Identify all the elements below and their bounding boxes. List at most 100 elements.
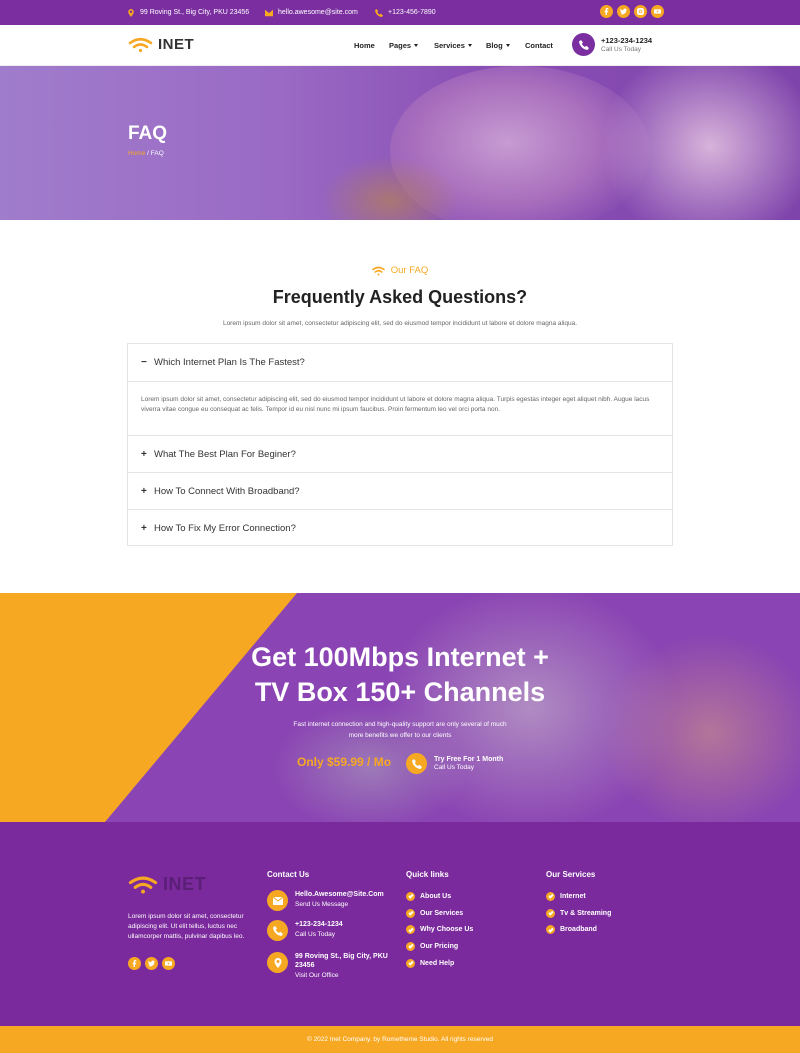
check-circle-icon: [546, 891, 555, 901]
footer-link-about[interactable]: About Us: [406, 888, 473, 905]
nav-item-home[interactable]: Home: [354, 41, 389, 50]
topbar-email[interactable]: hello.awesome@site.com: [265, 0, 358, 25]
footer-contact-email[interactable]: Hello.Awesome@Site.Com Send Us Message: [267, 890, 384, 911]
footer-link-label: Broadband: [560, 926, 597, 934]
plus-icon: +: [141, 448, 147, 460]
promo-cta[interactable]: Try Free For 1 Month Call Us Today: [406, 753, 503, 774]
footer-service-broadband[interactable]: Broadband: [546, 921, 611, 938]
breadcrumb-current: FAQ: [150, 150, 164, 157]
nav-item-blog[interactable]: Blog: [486, 41, 525, 50]
promo-cta-title: Try Free For 1 Month: [434, 756, 504, 763]
top-info-bar: 99 Roving St., Big City, PKU 23456 hello…: [0, 0, 800, 25]
breadcrumb: Home / FAQ: [128, 150, 164, 157]
footer-link-label: Our Pricing: [420, 942, 459, 950]
faq-item-header[interactable]: + What The Best Plan For Beginer?: [128, 436, 672, 473]
nav-item-services[interactable]: Services: [434, 41, 486, 50]
chevron-down-icon: [467, 44, 472, 47]
footer-contact-title: Hello.Awesome@Site.Com: [295, 891, 384, 898]
footer-contact-phone[interactable]: +123-234-1234 Call Us Today: [267, 920, 343, 941]
footer-link-label: Need Help: [420, 959, 455, 967]
phone-call-icon: [572, 33, 595, 56]
check-circle-icon: [406, 925, 415, 935]
faq-heading: Frequently Asked Questions?: [272, 287, 528, 307]
check-circle-icon: [406, 891, 415, 901]
footer-link-why[interactable]: Why Choose Us: [406, 921, 473, 938]
main-navbar: INET Home Pages Services Blog Contact +1…: [0, 25, 800, 66]
check-circle-icon: [546, 925, 555, 935]
faq-item-header[interactable]: − Which Internet Plan Is The Fastest?: [128, 344, 672, 382]
facebook-icon[interactable]: [128, 957, 141, 970]
footer-link-label: Our Services: [420, 909, 464, 917]
nav-call-label: Call Us Today: [601, 46, 641, 53]
footer-link-services[interactable]: Our Services: [406, 905, 473, 922]
footer-service-tv[interactable]: Tv & Streaming: [546, 905, 611, 922]
twitter-icon[interactable]: [617, 5, 630, 18]
footer-contact-sub: Send Us Message: [295, 901, 349, 908]
footer-contact-title: +123-234-1234: [295, 921, 343, 928]
youtube-icon[interactable]: [651, 5, 664, 18]
check-circle-icon: [546, 908, 555, 918]
chevron-down-icon: [414, 44, 419, 47]
hero-photo-highlight: [600, 66, 800, 220]
promo-headline-line-2: TV Box 150+ Channels: [254, 677, 546, 707]
topbar-phone-text[interactable]: +123-456-7890: [388, 9, 436, 16]
footer-contact-address[interactable]: 99 Roving St., Big City, PKU 23456 Visit …: [267, 952, 395, 980]
nav-blog-label: Blog: [486, 41, 503, 50]
footer-contact-title: 99 Roving St., Big City, PKU 23456: [295, 953, 388, 969]
faq-question: What The Best Plan For Beginer?: [154, 448, 296, 460]
footer-link-label: Tv & Streaming: [560, 909, 612, 917]
footer-logo[interactable]: INET: [128, 874, 206, 895]
instagram-icon[interactable]: [634, 5, 647, 18]
faq-question: How To Fix My Error Connection?: [154, 522, 296, 534]
footer-services-links: Internet Tv & Streaming Broadband: [546, 888, 611, 938]
envelope-icon: [267, 890, 288, 911]
faq-item-header[interactable]: + How To Connect With Broadband?: [128, 473, 672, 510]
nav-call-box[interactable]: +123-234-1234 Call Us Today: [572, 33, 652, 56]
footer-description: Lorem ipsum dolor sit amet, consectetur …: [128, 913, 245, 940]
footer-contact-heading: Contact Us: [267, 870, 310, 879]
location-pin-icon: [267, 952, 288, 973]
faq-kicker: Our FAQ: [0, 265, 800, 276]
topbar-email-text[interactable]: hello.awesome@site.com: [278, 9, 358, 16]
page-hero-banner: [0, 66, 800, 220]
promo-cta-sub: Call Us Today: [434, 764, 474, 771]
page-title: FAQ: [128, 123, 168, 144]
copyright-bar: © 2022 Inet Company. by Rometheme Studio…: [0, 1026, 800, 1053]
nav-services-label: Services: [434, 41, 465, 50]
nav-pages-label: Pages: [389, 41, 412, 50]
nav-home-label: Home: [354, 41, 375, 50]
footer-link-label: About Us: [420, 892, 452, 900]
faq-item-header[interactable]: + How To Fix My Error Connection?: [128, 510, 672, 546]
wifi-icon: [371, 266, 385, 275]
nav-item-pages[interactable]: Pages: [389, 41, 434, 50]
phone-icon: [267, 920, 288, 941]
nav-contact-label: Contact: [525, 41, 553, 50]
footer-contact-sub: Visit Our Office: [295, 972, 339, 979]
site-logo[interactable]: INET: [128, 36, 194, 53]
promo-price: Only $59.99 / Mo: [297, 755, 392, 769]
faq-accordion: − Which Internet Plan Is The Fastest? Lo…: [127, 343, 673, 546]
check-circle-icon: [406, 941, 415, 951]
check-circle-icon: [406, 908, 415, 918]
footer-link-label: Internet: [560, 892, 586, 900]
footer-link-help[interactable]: Need Help: [406, 955, 473, 972]
breadcrumb-home-link[interactable]: Home: [128, 150, 145, 157]
footer-service-internet[interactable]: Internet: [546, 888, 611, 905]
faq-answer: Lorem ipsum dolor sit amet, consectetur …: [128, 382, 672, 436]
promo-text-line-2: more benefits we offer to our clients: [348, 732, 452, 739]
minus-icon: −: [141, 357, 147, 368]
site-footer: INET Lorem ipsum dolor sit amet, consect…: [0, 822, 800, 1026]
nav-item-contact[interactable]: Contact: [525, 41, 553, 50]
topbar-phone[interactable]: +123-456-7890: [375, 0, 436, 25]
youtube-icon[interactable]: [162, 957, 175, 970]
faq-subtitle: Lorem ipsum dolor sit amet, consectetur …: [222, 320, 578, 327]
promo-banner: Get 100Mbps Internet + TV Box 150+ Chann…: [0, 593, 800, 822]
logo-wordmark: INET: [158, 36, 195, 53]
wifi-logo-icon: [128, 876, 158, 894]
envelope-icon: [265, 9, 273, 16]
facebook-icon[interactable]: [600, 5, 613, 18]
topbar-address-text: 99 Roving St., Big City, PKU 23456: [140, 9, 250, 16]
promo-text-line-1: Fast internet connection and high-qualit…: [293, 721, 507, 728]
twitter-icon[interactable]: [145, 957, 158, 970]
footer-link-pricing[interactable]: Our Pricing: [406, 938, 473, 955]
